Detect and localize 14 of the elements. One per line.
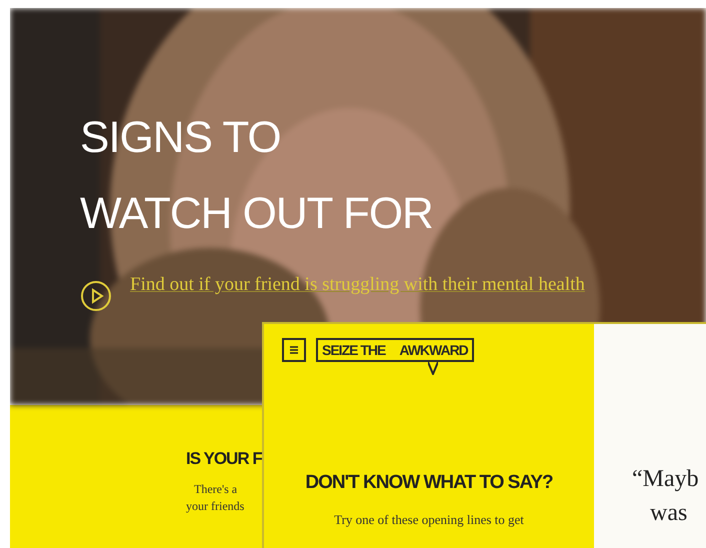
hero-heading: SIGNS TO WATCH OUT FOR [80, 112, 434, 240]
play-icon[interactable] [80, 280, 112, 312]
section-text: There's a [194, 481, 238, 498]
article-link[interactable]: Find out if your friend is struggling with their mental health [130, 270, 592, 300]
section-text: your friends [186, 498, 244, 515]
logo[interactable]: SEIZE THE AWKWARD [316, 338, 474, 362]
section-heading: DON'T KNOW WHAT TO SAY? [304, 472, 554, 494]
menu-button[interactable] [282, 338, 306, 362]
section-heading: IS YOUR F [186, 449, 262, 469]
quote-text: was [649, 499, 688, 528]
quote-text: “Mayb [632, 465, 700, 494]
menu-icon [289, 345, 299, 355]
section-text: Try one of these opening lines to get [333, 512, 525, 528]
speech-tail-icon [428, 361, 438, 375]
